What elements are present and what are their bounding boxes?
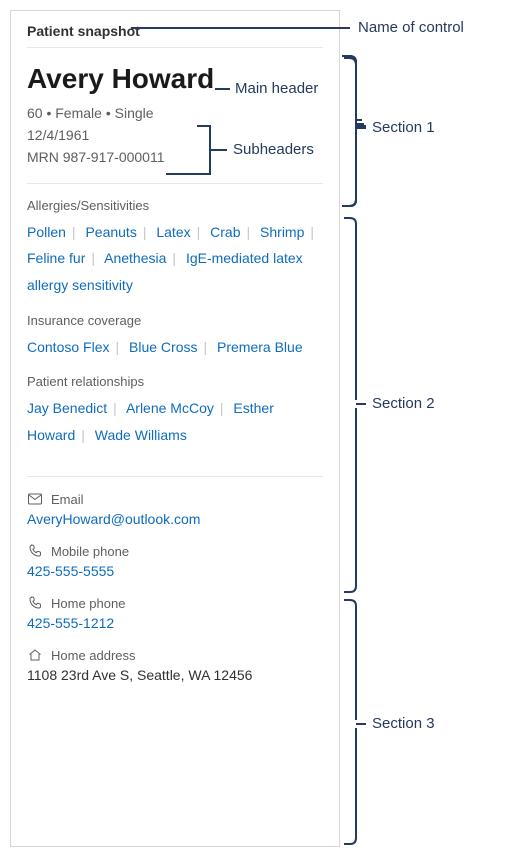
annotation-main-header: Main header <box>235 80 318 97</box>
annotation-section-3: Section 3 <box>372 715 435 732</box>
annotation-section-1: Section 1 <box>372 119 435 136</box>
annotation-name-of-control: Name of control <box>358 19 464 36</box>
annotation-brackets <box>0 0 519 857</box>
annotation-section-2: Section 2 <box>372 395 435 412</box>
annotation-subheaders: Subheaders <box>233 141 314 158</box>
